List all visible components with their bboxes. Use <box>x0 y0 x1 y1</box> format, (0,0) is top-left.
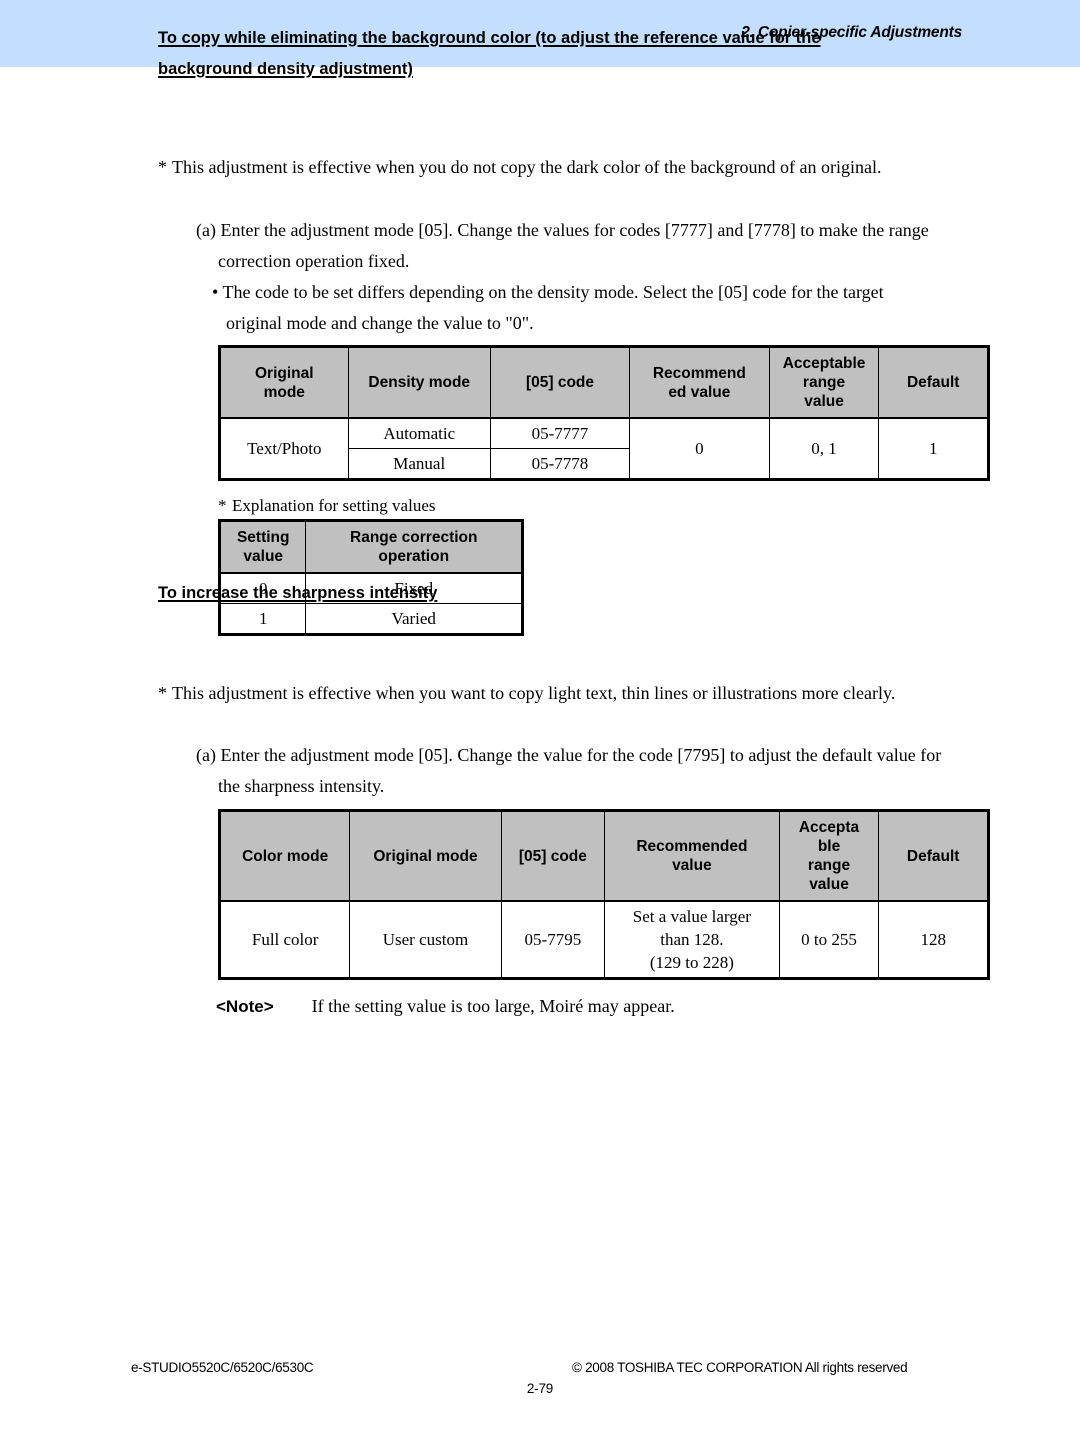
cell-density-mode-automatic: Automatic <box>347 417 491 449</box>
th-acceptable-range-l2: ble <box>817 838 841 855</box>
th-original-mode-l2: mode <box>263 383 305 401</box>
th-recommended-value: Recommended value <box>604 810 780 902</box>
footer-page-number: 2-79 <box>526 1381 554 1396</box>
th-05-code: [05] code <box>489 346 631 419</box>
th-acceptable-range-l3: value <box>804 393 844 410</box>
section-1-bullet-line-2: original mode and change the value to "0… <box>226 313 534 333</box>
cell-density-mode-manual: Manual <box>347 448 491 480</box>
table-sharpness-intensity: Color mode Original mode [05] code Recom… <box>218 809 990 980</box>
th-default: Default <box>878 810 989 902</box>
table-sharpness-header-row: Color mode Original mode [05] code Recom… <box>218 810 989 902</box>
th-original-mode-l1: Original <box>254 364 314 382</box>
section-1-star-note-text: This adjustment is effective when you do… <box>172 157 882 177</box>
explanation-caption-text: Explanation for setting values <box>232 496 436 515</box>
asterisk-icon: * <box>158 157 167 177</box>
cell-recommended-value: 0 <box>629 417 770 480</box>
cell-recommended-l3: (129 to 228) <box>649 953 734 972</box>
th-range-correction-operation: Range correction operation <box>305 520 523 574</box>
th-setting-value-l2: value <box>243 548 284 565</box>
th-acceptable-range-l1: Acceptable <box>782 355 866 372</box>
section-1-bullet: • The code to be set differs depending o… <box>212 277 884 339</box>
note-block: <Note> If the setting value is too large,… <box>216 996 675 1017</box>
section-2-heading-line-1: To increase the sharpness intensity <box>158 584 438 602</box>
note-label: <Note> <box>216 997 274 1016</box>
section-1-bullet-line-1: • The code to be set differs depending o… <box>212 282 884 302</box>
th-acceptable-range-l3: range <box>807 857 851 874</box>
section-1-step-a-line-1: (a) Enter the adjustment mode [05]. Chan… <box>196 220 929 240</box>
section-1-heading-line-2: background density adjustment) <box>158 60 413 78</box>
cell-code-7778: 05-7778 <box>489 448 631 480</box>
cell-code-7777: 05-7777 <box>489 417 631 449</box>
cell-acceptable-range: 0 to 255 <box>778 900 880 979</box>
th-original-mode: Original mode <box>349 810 502 902</box>
cell-recommended-l2: than 128. <box>660 930 724 949</box>
section-2-heading: To increase the sharpness intensity <box>158 578 906 609</box>
th-setting-value-l1: Setting <box>236 529 290 546</box>
section-1-star-note: * This adjustment is effective when you d… <box>158 155 881 179</box>
th-original-mode: Original mode <box>219 346 349 419</box>
section-2-step-a-line-2: the sharpness intensity. <box>218 776 385 796</box>
table-background-header-row: Original mode Density mode [05] code Rec… <box>219 346 989 419</box>
section-1-step-a: (a) Enter the adjustment mode [05]. Chan… <box>196 215 929 277</box>
th-recommended-value-l1: Recommend <box>652 364 746 382</box>
table-row: Text/Photo Automatic 05-7777 0 0, 1 1 <box>219 417 989 480</box>
cell-original-mode: Text/Photo <box>219 417 349 480</box>
th-default: Default <box>878 346 989 419</box>
asterisk-icon: * <box>218 496 227 515</box>
th-setting-value: Setting value <box>218 520 307 574</box>
asterisk-icon: * <box>158 683 167 703</box>
section-2-step-a: (a) Enter the adjustment mode [05]. Chan… <box>196 740 941 802</box>
th-color-mode: Color mode <box>218 810 351 902</box>
th-acceptable-range-l2: range <box>802 374 846 391</box>
footer-copyright: © 2008 TOSHIBA TEC CORPORATION All right… <box>572 1360 908 1375</box>
th-range-correction-l2: operation <box>378 548 450 565</box>
th-range-correction-l1: Range correction <box>350 529 478 546</box>
table-row: Full color User custom 05-7795 Set a val… <box>218 900 989 979</box>
section-1-step-a-line-2: correction operation fixed. <box>218 251 410 271</box>
th-05-code: [05] code <box>500 810 606 902</box>
section-2-star-note-text: This adjustment is effective when you wa… <box>172 683 896 703</box>
th-acceptable-range-value: Acceptable range value <box>768 346 880 419</box>
cell-code-7795: 05-7795 <box>500 900 606 979</box>
section-2-step-a-line-1: (a) Enter the adjustment mode [05]. Chan… <box>196 745 942 765</box>
cell-recommended-value: Set a value larger than 128. (129 to 228… <box>604 900 780 979</box>
th-density-mode: Density mode <box>347 346 491 419</box>
section-1-heading: To copy while eliminating the background… <box>158 23 906 85</box>
th-recommended-value: Recommend ed value <box>629 346 770 419</box>
th-recommended-value-l1: Recommended <box>636 838 748 855</box>
th-recommended-value-l2: ed value <box>668 383 731 401</box>
table-background-density: Original mode Density mode [05] code Rec… <box>218 345 990 481</box>
cell-acceptable-range: 0, 1 <box>768 417 880 480</box>
th-recommended-value-l2: value <box>672 857 712 874</box>
th-acceptable-range-value: Accepta ble range value <box>778 810 880 902</box>
explanation-caption: * Explanation for setting values <box>218 494 435 518</box>
cell-original-mode: User custom <box>349 900 502 979</box>
section-1-heading-line-1: To copy while eliminating the background… <box>158 29 821 47</box>
cell-color-mode: Full color <box>218 900 351 979</box>
th-acceptable-range-l1: Accepta <box>798 819 860 836</box>
section-2-star-note: * This adjustment is effective when you w… <box>158 681 895 705</box>
cell-recommended-l1: Set a value larger <box>632 907 751 926</box>
th-acceptable-range-l4: value <box>809 876 849 893</box>
cell-default: 128 <box>878 900 989 979</box>
footer-model: e-STUDIO5520C/6520C/6530C <box>131 1360 314 1375</box>
table-setting-values-header-row: Setting value Range correction operation <box>218 520 523 574</box>
cell-default: 1 <box>878 417 989 480</box>
note-text: If the setting value is too large, Moiré… <box>311 996 675 1016</box>
